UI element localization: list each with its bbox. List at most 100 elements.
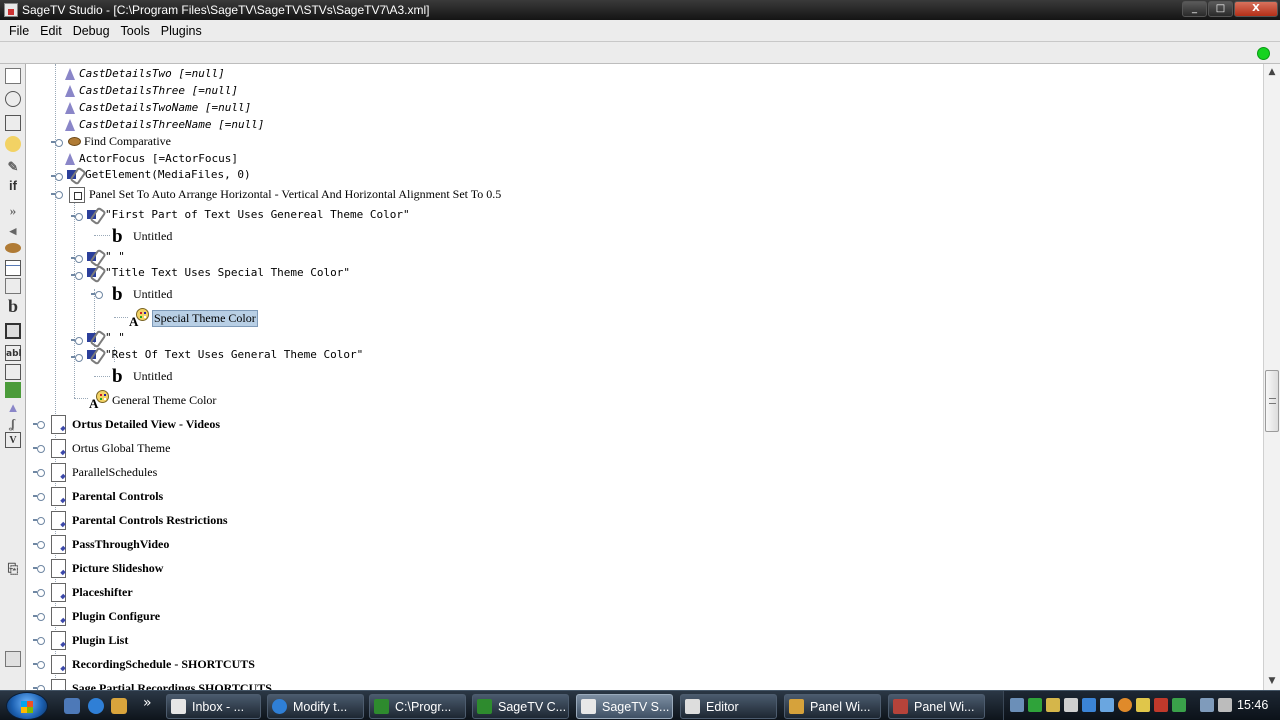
sound-icon[interactable]: ◂ [5, 223, 21, 239]
scroll-thumb[interactable] [1265, 370, 1279, 432]
tray-app-icon[interactable] [1100, 698, 1114, 712]
tree-row[interactable]: CastDetailsThree [=null] [63, 82, 238, 99]
expand-toggle[interactable] [71, 335, 83, 345]
tree-row[interactable]: " " [86, 248, 125, 265]
tree-menu-row[interactable]: Ortus Detailed View - Videos [49, 413, 220, 435]
expand-toggle[interactable] [51, 137, 63, 147]
table-component-icon[interactable] [5, 278, 21, 294]
close-button[interactable]: X [1234, 1, 1278, 17]
taskbar-item-active[interactable]: SageTV S... [576, 694, 673, 719]
expand-toggle[interactable] [33, 443, 45, 453]
branch-icon[interactable]: » [5, 203, 21, 219]
tray-volume-icon[interactable] [1218, 698, 1232, 712]
tree-row[interactable]: CastDetailsThreeName [=null] [63, 116, 264, 133]
taskbar-item[interactable]: Panel Wi... [888, 694, 985, 719]
browser-icon[interactable] [88, 698, 104, 714]
tree-row[interactable]: CastDetailsTwo [=null] [63, 65, 225, 82]
expand-toggle[interactable] [71, 211, 83, 221]
menu-icon[interactable] [5, 68, 21, 84]
tray-app-icon[interactable] [1136, 698, 1150, 712]
tray-network-icon[interactable] [1200, 698, 1214, 712]
menu-edit[interactable]: Edit [35, 24, 67, 38]
effect-icon[interactable] [5, 382, 21, 398]
tree-row[interactable]: b Untitled [112, 227, 172, 246]
tray-star-icon[interactable] [1064, 698, 1078, 712]
expand-toggle[interactable] [33, 635, 45, 645]
tray-app-icon[interactable] [1172, 698, 1186, 712]
folder-icon[interactable] [111, 698, 127, 714]
hook-icon[interactable]: ʆ [5, 416, 21, 432]
tray-app-icon[interactable] [1154, 698, 1168, 712]
expand-toggle[interactable] [33, 467, 45, 477]
taskbar-item[interactable]: Modify t... [267, 694, 364, 719]
attribute-icon[interactable]: ▲ [5, 400, 21, 416]
tray-app-icon[interactable] [1082, 698, 1096, 712]
minimize-button[interactable]: _ [1182, 1, 1207, 17]
tree-row[interactable]: b Untitled [112, 367, 172, 386]
tree-menu-row[interactable]: Sage Partial Recordings SHORTCUTS [49, 677, 272, 690]
taskbar-item[interactable]: C:\Progr... [369, 694, 466, 719]
tree-row[interactable]: Find Comparative [67, 133, 171, 150]
scroll-down-icon[interactable]: ▼ [1264, 673, 1280, 689]
menu-file[interactable]: File [4, 24, 34, 38]
panel-icon[interactable] [5, 115, 21, 131]
collapse-toggle[interactable] [71, 352, 83, 362]
tray-network-icon[interactable] [1010, 698, 1024, 712]
show-desktop-icon[interactable] [64, 698, 80, 714]
vertical-scrollbar[interactable]: ▲ ▼ [1263, 64, 1280, 690]
taskbar-item[interactable]: Panel Wi... [784, 694, 881, 719]
shortcut-icon[interactable]: V [5, 432, 21, 448]
tree-row-selected[interactable]: A Special Theme Color [129, 307, 258, 329]
collapse-toggle[interactable] [91, 289, 103, 299]
tree-menu-row[interactable]: PassThroughVideo [49, 533, 169, 555]
tree-menu-row[interactable]: RecordingSchedule - SHORTCUTS [49, 653, 255, 675]
tree-menu-row[interactable]: Parental Controls [49, 485, 163, 507]
expand-toggle[interactable] [33, 563, 45, 573]
collapse-toggle[interactable] [51, 189, 63, 199]
tree-row[interactable]: GetElement(MediaFiles, 0) [66, 166, 251, 183]
theme-icon[interactable] [5, 136, 21, 152]
tree-menu-row[interactable]: Picture Slideshow [49, 557, 163, 579]
expand-toggle[interactable] [33, 659, 45, 669]
tray-app-icon[interactable] [1118, 698, 1132, 712]
expand-toggle[interactable] [33, 683, 45, 690]
tree-menu-row[interactable]: ParallelSchedules [49, 461, 157, 483]
expand-toggle[interactable] [33, 587, 45, 597]
action-icon[interactable]: ✎ [5, 159, 21, 175]
expand-toggle[interactable] [33, 491, 45, 501]
clock[interactable]: 15:46 [1237, 698, 1268, 712]
tray-app-icon[interactable] [1046, 698, 1060, 712]
expand-toggle[interactable] [33, 539, 45, 549]
scroll-up-icon[interactable]: ▲ [1264, 64, 1280, 80]
taskbar-item[interactable]: Editor [680, 694, 777, 719]
trash-icon[interactable] [5, 651, 21, 667]
tree-menu-row[interactable]: Plugin Configure [49, 605, 160, 627]
taskbar-item[interactable]: Inbox - ... [166, 694, 261, 719]
table-icon[interactable] [5, 260, 21, 276]
menu-tools[interactable]: Tools [116, 24, 155, 38]
tree-row[interactable]: " " [86, 329, 125, 346]
conditional-icon[interactable]: if [5, 178, 21, 194]
listener-icon[interactable] [5, 243, 21, 253]
menu-plugins[interactable]: Plugins [156, 24, 207, 38]
tree-row[interactable]: "First Part of Text Uses Genereal Theme … [86, 206, 410, 223]
maximize-button[interactable]: □ [1208, 1, 1233, 17]
expand-toggle[interactable] [51, 171, 63, 181]
taskbar-item[interactable]: SageTV C... [472, 694, 569, 719]
tray-app-icon[interactable] [1028, 698, 1042, 712]
tree-menu-row[interactable]: Ortus Global Theme [49, 437, 170, 459]
tree-menu-row[interactable]: Plugin List [49, 629, 128, 651]
tree-row[interactable]: "Rest Of Text Uses General Theme Color" [86, 346, 363, 363]
tree-menu-row[interactable]: Parental Controls Restrictions [49, 509, 228, 531]
image-icon[interactable] [5, 323, 21, 339]
expand-toggle[interactable] [33, 419, 45, 429]
text-icon[interactable]: b [5, 297, 21, 315]
balloon-icon[interactable] [5, 91, 21, 107]
video-icon[interactable] [5, 364, 21, 380]
expand-toggle[interactable] [71, 253, 83, 263]
collapse-toggle[interactable] [71, 270, 83, 280]
tree-menu-row[interactable]: Placeshifter [49, 581, 133, 603]
start-button[interactable] [6, 692, 48, 720]
expand-toggle[interactable] [33, 515, 45, 525]
textinput-icon[interactable]: abl [5, 345, 22, 361]
